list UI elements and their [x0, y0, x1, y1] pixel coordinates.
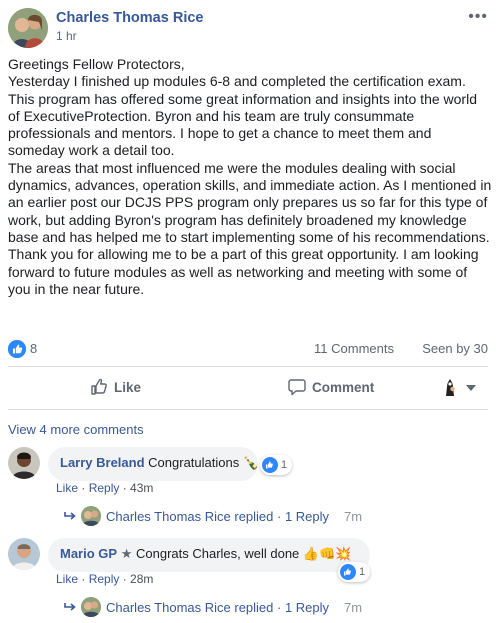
comment-reply-link[interactable]: Reply — [89, 572, 120, 586]
like-count[interactable]: 8 — [30, 341, 37, 356]
more-options-button[interactable]: ••• — [468, 8, 488, 26]
chevron-down-icon[interactable] — [466, 385, 476, 391]
seen-by[interactable]: Seen by 30 — [422, 341, 488, 356]
author-name[interactable]: Charles Thomas Rice — [56, 10, 203, 26]
reply-thread-text: Charles Thomas Rice replied · 1 Reply — [106, 508, 330, 524]
view-more-comments-link[interactable]: View 4 more comments — [8, 422, 144, 437]
comment-item: Larry Breland Congratulations 🍾 1 Like ·… — [8, 447, 488, 537]
commenter-name[interactable]: Mario GP — [60, 546, 117, 561]
comment-item: Mario GP ★ Congrats Charles, well done 👍… — [8, 538, 488, 623]
replier-avatar — [81, 506, 101, 526]
author-avatar[interactable] — [8, 8, 48, 48]
reply-arrow-icon — [64, 603, 76, 611]
post-stats: 8 11 Comments Seen by 30 — [8, 339, 488, 359]
comment-bubble: Larry Breland Congratulations 🍾 — [48, 447, 260, 481]
comment-like-link[interactable]: Like — [56, 481, 78, 495]
reaction-count: 1 — [359, 566, 366, 578]
comment-reaction-count[interactable]: 1 — [338, 562, 371, 582]
comment-meta: Like · Reply · 43m — [56, 481, 154, 495]
post-header: Charles Thomas Rice 1 hr ••• — [8, 8, 488, 52]
reply-age: 7m — [344, 599, 363, 615]
commenter-avatar[interactable] — [8, 447, 40, 479]
reply-arrow-icon — [64, 512, 76, 520]
speech-bubble-icon — [288, 379, 306, 396]
post-paragraph: The areas that most influenced me were t… — [8, 159, 496, 297]
top-fan-badge-icon: ★ — [120, 546, 133, 561]
comment-age[interactable]: 43m — [130, 481, 153, 495]
comment-text: Congrats Charles, well done 👍👊💥 — [135, 546, 352, 561]
post-paragraph: Greetings Fellow Protectors, — [8, 56, 185, 72]
comment-reaction-count[interactable]: 1 — [260, 455, 293, 475]
like-button[interactable]: Like — [90, 378, 141, 396]
replier-avatar — [81, 597, 101, 617]
reply-age: 7m — [344, 508, 363, 524]
post-body: Greetings Fellow Protectors, Yesterday I… — [8, 56, 492, 298]
reaction-count: 1 — [281, 459, 288, 471]
like-reaction-icon[interactable] — [8, 340, 26, 358]
thumbs-up-outline-icon — [91, 378, 107, 395]
like-reaction-icon — [340, 564, 356, 580]
commenter-avatar[interactable] — [8, 538, 40, 570]
reply-thread-link[interactable]: Charles Thomas Rice replied · 1 Reply 7m — [64, 506, 362, 526]
comment-button-label: Comment — [312, 379, 375, 395]
post-timestamp[interactable]: 1 hr — [56, 29, 77, 43]
comment-bubble: Mario GP ★ Congrats Charles, well done 👍… — [48, 538, 370, 572]
reply-thread-link[interactable]: Charles Thomas Rice replied · 1 Reply 7m — [64, 597, 362, 617]
post-paragraph: Yesterday I finished up modules 6-8 and … — [8, 73, 481, 159]
page-avatar-selector-icon[interactable] — [440, 377, 460, 397]
commenter-name[interactable]: Larry Breland — [60, 455, 145, 470]
divider — [8, 366, 488, 367]
comment-age[interactable]: 28m — [130, 572, 153, 586]
comment-button[interactable]: Comment — [288, 378, 374, 396]
comment-count[interactable]: 11 Comments — [314, 341, 394, 356]
comment-reply-link[interactable]: Reply — [89, 481, 120, 495]
like-reaction-icon — [262, 457, 278, 473]
comment-like-link[interactable]: Like — [56, 572, 78, 586]
post-actions: Like Comment — [8, 374, 488, 402]
reply-thread-text: Charles Thomas Rice replied · 1 Reply — [106, 599, 330, 615]
like-button-label: Like — [114, 379, 142, 395]
comment-meta: Like · Reply · 28m — [56, 572, 154, 586]
divider — [8, 409, 488, 410]
comment-text: Congratulations 🍾 — [148, 455, 260, 470]
